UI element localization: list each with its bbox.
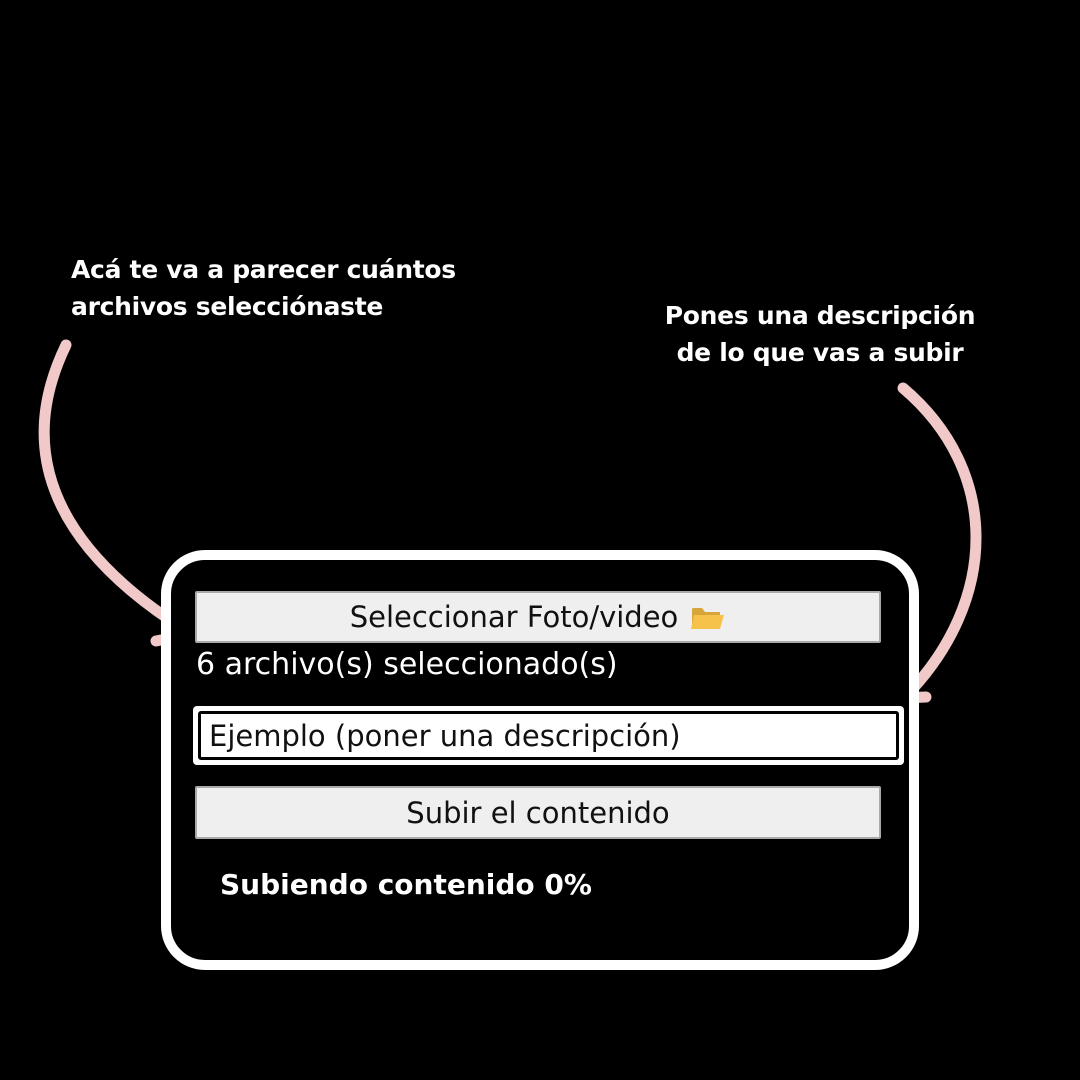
select-media-button-label: Seleccionar Foto/video [349, 600, 679, 634]
upload-progress-status: Subiendo contenido 0% [220, 868, 592, 901]
select-media-button[interactable]: Seleccionar Foto/video [195, 591, 881, 643]
selected-files-count: 6 archivo(s) seleccionado(s) [196, 647, 618, 682]
open-folder-icon [690, 603, 726, 631]
annotation-right-line-2: de lo que vas a subir [676, 338, 964, 367]
upload-content-button-label: Subir el contenido [406, 795, 670, 830]
annotation-right-line-1: Pones una descripción [664, 301, 976, 330]
description-field-frame [193, 706, 904, 765]
annotation-left-line-2: archivos selecciónaste [71, 292, 384, 321]
annotation-left-line-1: Acá te va a parecer cuántos [71, 255, 456, 284]
annotation-file-count-hint: Acá te va a parecer cuántos archivos sel… [71, 251, 501, 325]
upload-content-button[interactable]: Subir el contenido [195, 786, 881, 839]
description-input[interactable] [198, 711, 899, 760]
annotation-description-hint: Pones una descripción de lo que vas a su… [640, 297, 1000, 371]
